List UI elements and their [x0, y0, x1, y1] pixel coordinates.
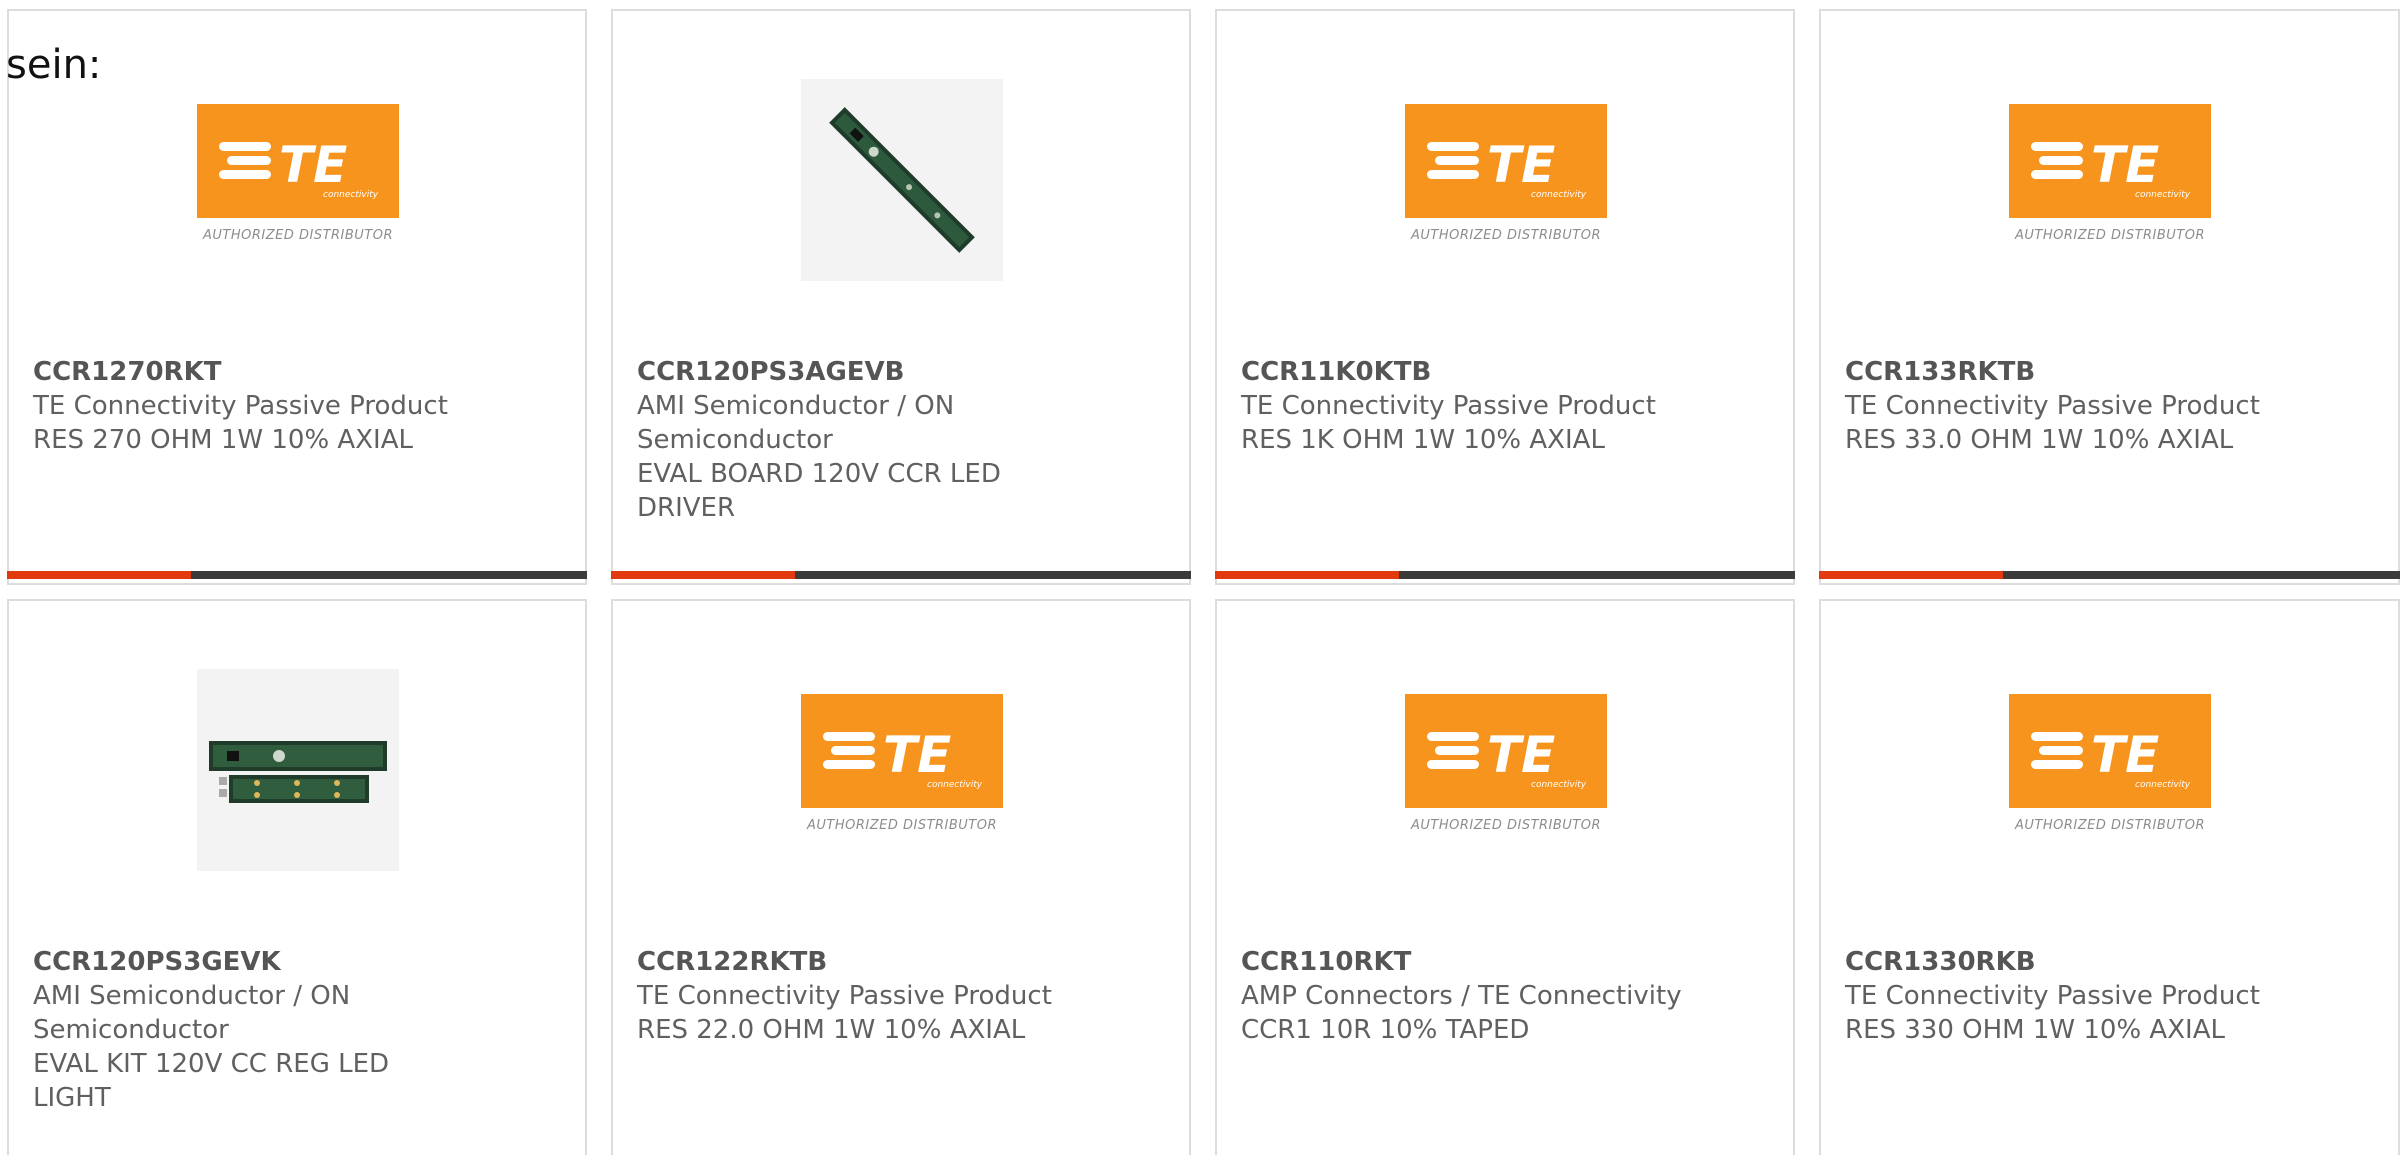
- svg-text:TE: TE: [1487, 726, 1555, 784]
- product-card[interactable]: CCR120PS3AGEVB AMI Semiconductor / ON Se…: [611, 9, 1191, 585]
- product-description: RES 270 OHM 1W 10% AXIAL: [33, 425, 413, 455]
- part-number-link[interactable]: CCR1330RKB: [1845, 945, 2365, 979]
- product-description: RES 22.0 OHM 1W 10% AXIAL: [637, 1015, 1026, 1045]
- te-logo-image[interactable]: TE connectivity AUTHORIZED DISTRIBUTOR: [1405, 79, 1607, 281]
- authorized-distributor-label: AUTHORIZED DISTRIBUTOR: [2014, 818, 2206, 833]
- manufacturer: TE Connectivity Passive Product: [1241, 391, 1656, 421]
- authorized-distributor-label: AUTHORIZED DISTRIBUTOR: [806, 818, 998, 833]
- eval-board-image[interactable]: [801, 79, 1003, 281]
- part-number-link[interactable]: CCR122RKTB: [637, 945, 1157, 979]
- product-card[interactable]: TE connectivity AUTHORIZED DISTRIBUTOR C…: [1215, 9, 1795, 585]
- svg-text:TE: TE: [2091, 726, 2159, 784]
- product-description: RES 33.0 OHM 1W 10% AXIAL: [1845, 425, 2234, 455]
- part-number-link[interactable]: CCR133RKTB: [1845, 355, 2365, 389]
- authorized-distributor-label: AUTHORIZED DISTRIBUTOR: [1410, 228, 1602, 243]
- svg-text:connectivity: connectivity: [1531, 780, 1587, 790]
- svg-text:connectivity: connectivity: [323, 190, 379, 200]
- svg-text:connectivity: connectivity: [2135, 190, 2191, 200]
- part-number-link[interactable]: CCR120PS3AGEVB: [637, 355, 1157, 389]
- svg-text:connectivity: connectivity: [2135, 780, 2191, 790]
- product-description: CCR1 10R 10% TAPED: [1241, 1015, 1530, 1045]
- product-card[interactable]: TE connectivity AUTHORIZED DISTRIBUTOR C…: [1819, 9, 2400, 585]
- product-card[interactable]: CCR120PS3GEVK AMI Semiconductor / ON Sem…: [7, 599, 587, 1155]
- manufacturer: TE Connectivity Passive Product: [33, 391, 448, 421]
- card-footer-bar: [7, 571, 587, 579]
- eval-kit-image[interactable]: [197, 669, 399, 871]
- svg-text:TE: TE: [1487, 136, 1555, 194]
- product-card[interactable]: TE connectivity AUTHORIZED DISTRIBUTOR C…: [7, 9, 587, 585]
- te-logo-image[interactable]: TE connectivity AUTHORIZED DISTRIBUTOR: [1405, 669, 1607, 871]
- svg-text:connectivity: connectivity: [927, 780, 983, 790]
- card-footer-bar: [1819, 571, 2400, 579]
- manufacturer: TE Connectivity Passive Product: [637, 981, 1052, 1011]
- product-card[interactable]: TE connectivity AUTHORIZED DISTRIBUTOR C…: [1215, 599, 1795, 1155]
- authorized-distributor-label: AUTHORIZED DISTRIBUTOR: [2014, 228, 2206, 243]
- manufacturer: AMI Semiconductor / ON Semiconductor: [33, 981, 351, 1045]
- svg-text:TE: TE: [883, 726, 951, 784]
- svg-text:connectivity: connectivity: [1531, 190, 1587, 200]
- te-logo-image[interactable]: TE connectivity AUTHORIZED DISTRIBUTOR: [197, 79, 399, 281]
- product-card[interactable]: TE connectivity AUTHORIZED DISTRIBUTOR C…: [1819, 599, 2400, 1155]
- te-logo-image[interactable]: TE connectivity AUTHORIZED DISTRIBUTOR: [2009, 79, 2211, 281]
- product-grid-page: sein: TE connectivity AUTHORIZED DISTRIB…: [0, 0, 2400, 1155]
- svg-text:TE: TE: [2091, 136, 2159, 194]
- product-card[interactable]: TE connectivity AUTHORIZED DISTRIBUTOR C…: [611, 599, 1191, 1155]
- authorized-distributor-label: AUTHORIZED DISTRIBUTOR: [202, 228, 394, 243]
- manufacturer: TE Connectivity Passive Product: [1845, 981, 2260, 1011]
- product-description: RES 330 OHM 1W 10% AXIAL: [1845, 1015, 2225, 1045]
- manufacturer: AMI Semiconductor / ON Semiconductor: [637, 391, 955, 455]
- authorized-distributor-label: AUTHORIZED DISTRIBUTOR: [1410, 818, 1602, 833]
- part-number-link[interactable]: CCR110RKT: [1241, 945, 1761, 979]
- svg-text:TE: TE: [279, 136, 347, 194]
- part-number-link[interactable]: CCR11K0KTB: [1241, 355, 1761, 389]
- part-number-link[interactable]: CCR1270RKT: [33, 355, 553, 389]
- te-logo-image[interactable]: TE connectivity AUTHORIZED DISTRIBUTOR: [801, 669, 1003, 871]
- product-description: RES 1K OHM 1W 10% AXIAL: [1241, 425, 1605, 455]
- intro-text: sein:: [6, 42, 102, 88]
- product-description: EVAL KIT 120V CC REG LED LIGHT: [33, 1049, 390, 1113]
- product-description: EVAL BOARD 120V CCR LED DRIVER: [637, 459, 1001, 523]
- te-logo-image[interactable]: TE connectivity AUTHORIZED DISTRIBUTOR: [2009, 669, 2211, 871]
- manufacturer: AMP Connectors / TE Connectivity: [1241, 981, 1682, 1011]
- part-number-link[interactable]: CCR120PS3GEVK: [33, 945, 553, 979]
- card-footer-bar: [611, 571, 1191, 579]
- card-footer-bar: [1215, 571, 1795, 579]
- manufacturer: TE Connectivity Passive Product: [1845, 391, 2260, 421]
